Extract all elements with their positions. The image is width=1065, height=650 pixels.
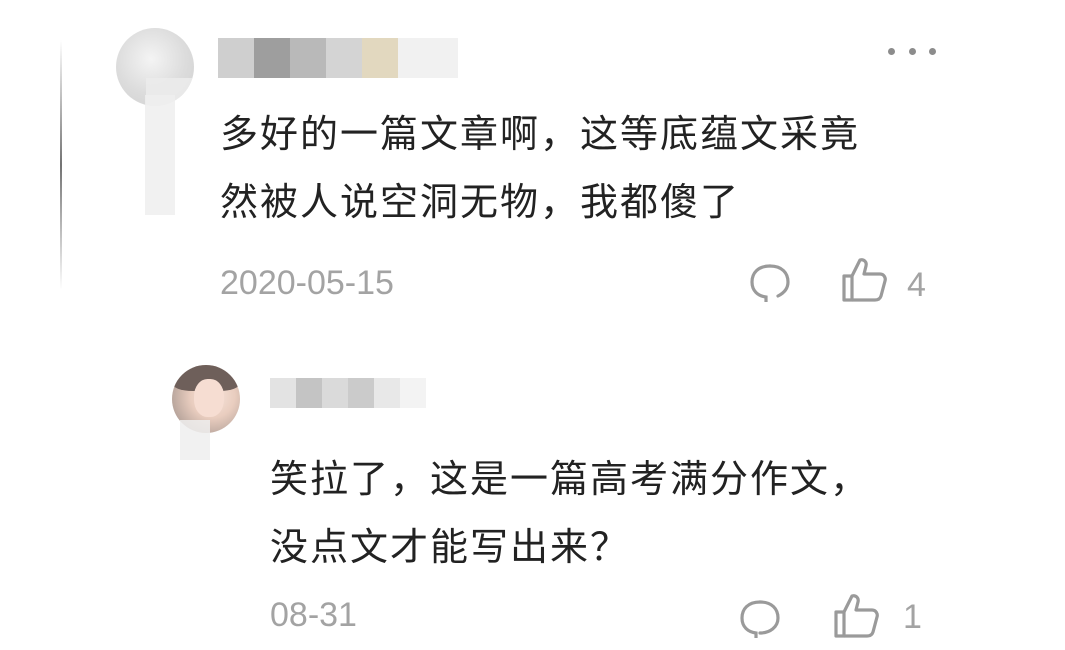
- reply-username-redacted[interactable]: [270, 378, 426, 408]
- blur-overlay: [145, 95, 175, 215]
- like-count: 4: [907, 266, 926, 304]
- like-count: 1: [903, 598, 922, 636]
- username-redacted[interactable]: [218, 38, 458, 78]
- more-options-icon[interactable]: [888, 44, 936, 58]
- reply-body: 笑拉了，这是一篇高考满分作文， 没点文才能写出来？: [270, 445, 970, 581]
- reply-line-1: 笑拉了，这是一篇高考满分作文，: [270, 457, 871, 501]
- comment-line-1: 多好的一篇文章啊，这等底蕴文采竟: [220, 112, 861, 156]
- comment-body: 多好的一篇文章啊，这等底蕴文采竟 然被人说空洞无物，我都傻了: [220, 100, 940, 236]
- blur-overlay: [180, 420, 210, 460]
- edge-shadow: [60, 40, 62, 290]
- comment-bubble-icon[interactable]: [738, 598, 782, 638]
- avatar-face: [194, 379, 224, 417]
- reply-line-2: 没点文才能写出来？: [270, 525, 631, 569]
- comment-thread: 多好的一篇文章啊，这等底蕴文采竟 然被人说空洞无物，我都傻了 2020-05-15…: [0, 0, 1065, 650]
- comment-date: 2020-05-15: [220, 264, 394, 302]
- comment-bubble-icon[interactable]: [748, 262, 792, 302]
- thumbs-up-icon[interactable]: [832, 592, 880, 638]
- reply-date: 08-31: [270, 596, 357, 634]
- comment-line-2: 然被人说空洞无物，我都傻了: [220, 180, 741, 224]
- thumbs-up-icon[interactable]: [840, 256, 888, 302]
